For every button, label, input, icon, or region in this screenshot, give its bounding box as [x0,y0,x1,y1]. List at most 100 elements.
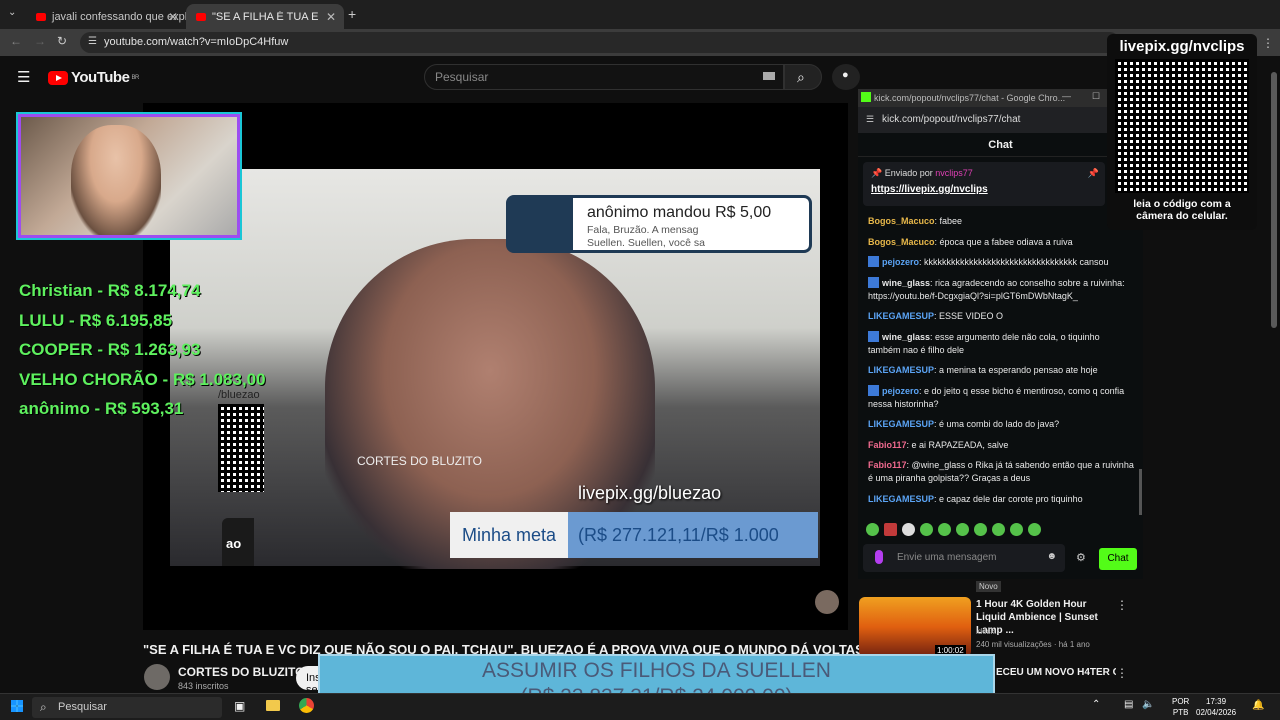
chat-text: e capaz dele dar corote pro tiquinho [939,493,1083,504]
task-view-icon[interactable]: ▣ [234,699,245,713]
donation-msg-line-2: Suellen. Suellen, você sa [587,237,705,249]
emote-icon[interactable] [884,523,897,536]
unpin-icon[interactable]: 📌 [1088,168,1099,179]
chat-username[interactable]: wine_glass [882,332,930,342]
chat-username[interactable]: pejozero [882,257,919,267]
chrome-icon[interactable] [299,698,314,713]
emote-icon[interactable] [992,523,1005,536]
clock[interactable]: 17:39 02/04/2026 [1196,696,1236,718]
volume-icon[interactable]: 🔈 [1142,699,1154,710]
network-icon[interactable]: ▤ [1124,699,1133,710]
close-icon[interactable]: ✕ [326,10,336,24]
windows-start-icon[interactable] [11,700,23,712]
emote-bar [866,523,1056,537]
keyboard-icon[interactable] [763,72,775,80]
language-indicator[interactable]: POR PTB [1172,696,1189,718]
video-frame-top [143,103,848,169]
youtube-header: ☰ YouTube BR Pesquisar ⌕ ● [0,56,860,100]
taskbar-search[interactable]: ⌕ Pesquisar [32,697,222,718]
chat-username[interactable]: LIKEGAMESUP [868,311,934,321]
tray-chevron-icon[interactable]: ⌃ [1092,699,1100,710]
file-explorer-icon[interactable] [266,700,280,711]
windows-taskbar: ⌕ Pesquisar ▣ ⌃ ▤ 🔈 POR PTB 17:39 02/04/… [0,693,1280,720]
chat-username[interactable]: LIKEGAMESUP [868,365,934,375]
chat-input-placeholder: Envie uma mensagem [897,552,997,563]
youtube-play-icon [48,70,68,85]
site-info-icon[interactable]: ☰ [88,36,97,47]
notifications-icon[interactable]: 🔔 [1252,700,1264,711]
site-info-icon[interactable]: ☰ [866,114,874,125]
search-input[interactable]: Pesquisar [424,64,784,90]
chat-window-titlebar: kick.com/popout/nvclips77/chat - Google … [858,89,1143,107]
more-options-icon[interactable]: ⋮ [1116,598,1128,612]
chat-username[interactable]: pejozero [882,386,919,396]
chat-username[interactable]: LIKEGAMESUP [868,419,934,429]
rec-title[interactable]: ECEU UM NOVO H4TER O ESTRANHO, E DEIXOU … [996,666,1116,679]
emote-icon[interactable] [956,523,969,536]
donation-msg-line-1: Fala, Bruzão. A mensag [587,224,699,236]
menu-icon[interactable]: ☰ [17,68,30,86]
tab-1-title: javali confessando que explana [52,10,186,23]
goal-value: (R$ 277.121,11/R$ 1.000 [578,525,779,545]
emote-icon[interactable] [974,523,987,536]
close-icon[interactable]: ✕ [168,10,178,24]
livepix-logo-icon [509,198,573,250]
back-icon[interactable]: ← [10,34,22,48]
tab-2[interactable]: "SE A FILHA É TUA E VC DIZ ✕ [186,4,344,29]
emoji-icon[interactable]: ☻ [1046,551,1057,562]
youtube-logo[interactable]: YouTube BR [48,69,139,86]
voice-search-button[interactable]: ● [832,64,860,90]
chat-username[interactable]: Bogos_Macuco [868,216,935,226]
chat-message: Fabio117: e ai RAPAZEADA, salve [868,439,1134,452]
pinned-link[interactable]: https://livepix.gg/nvclips [871,184,1097,195]
chat-window-title: kick.com/popout/nvclips77/chat - Google … [874,93,1066,103]
chat-message: LIKEGAMESUP: e capaz dele dar corote pro… [868,493,1134,506]
emote-icon[interactable] [1010,523,1023,536]
page-scrollbar[interactable] [1271,72,1277,328]
chat-message-list: Bogos_Macuco: fabee Bogos_Macuco: época q… [868,215,1134,513]
minimize-icon[interactable]: — [1062,91,1071,101]
more-options-icon[interactable]: ⋮ [1262,36,1274,50]
avatar[interactable] [144,664,170,690]
chat-scrollbar[interactable] [1139,469,1142,515]
qr-panel-title: livepix.gg/nvclips [1119,38,1245,55]
rec-channel[interactable]: idesk. [976,627,997,636]
emote-icon[interactable] [920,523,933,536]
tab-1[interactable]: javali confessando que explana ✕ [26,4,186,29]
chat-message-input[interactable]: Envie uma mensagem ☻ [863,544,1065,572]
chat-username[interactable]: Bogos_Macuco [868,237,935,247]
forward-icon[interactable]: → [34,34,46,48]
stream-content: anônimo mandou R$ 5,00 Fala, Bruzão. A m… [170,169,820,569]
chat-username[interactable]: Fabio117 [868,460,907,470]
chat-text: ESSE VIDEO O [939,311,1004,321]
channel-name[interactable]: CORTES DO BLUZITO [178,665,304,679]
donors-leaderboard: Christian - R$ 8.174,74 LULU - R$ 6.195,… [19,276,266,424]
reload-icon[interactable]: ↻ [57,34,67,48]
maximize-icon[interactable]: ☐ [1092,91,1100,102]
search-button[interactable]: ⌕ [784,64,822,90]
chat-username[interactable]: wine_glass [882,278,930,288]
chat-username[interactable]: Fabio117 [868,440,907,450]
new-tab-button[interactable]: + [348,6,356,22]
gear-icon[interactable]: ⚙ [1076,551,1086,564]
chat-message: Bogos_Macuco: fabee [868,215,1134,228]
subscriber-badge-icon [868,256,879,267]
chat-message: LIKEGAMESUP: ESSE VIDEO O [868,310,1134,323]
chat-message: wine_glass: rica agradecendo ao conselho… [868,276,1134,303]
send-chat-button[interactable]: Chat [1099,548,1137,570]
emote-icon[interactable] [1028,523,1041,536]
tab-list-dropdown-icon[interactable]: ⌄ [8,7,16,18]
chat-username[interactable]: LIKEGAMESUP [868,494,934,504]
pinned-user[interactable]: nvclips77 [935,168,973,178]
more-options-icon[interactable]: ⋮ [1116,666,1128,680]
chat-text: época que a fabee odiava a ruiva [939,236,1073,247]
rec-meta: 240 mil visualizações · há 1 ano [976,640,1090,649]
url-field[interactable]: ☰ youtube.com/watch?v=mIoDpC4Hfuw [80,32,1120,53]
emote-icon[interactable] [938,523,951,536]
donor-entry: COOPER - R$ 1.263,93 [19,340,201,360]
emote-icon[interactable] [866,523,879,536]
stream-livepix-link: livepix.gg/bluezao [578,483,722,503]
chat-text: é uma combi do lado do java? [939,419,1060,429]
emote-icon[interactable] [902,523,915,536]
user-icon [875,550,883,564]
